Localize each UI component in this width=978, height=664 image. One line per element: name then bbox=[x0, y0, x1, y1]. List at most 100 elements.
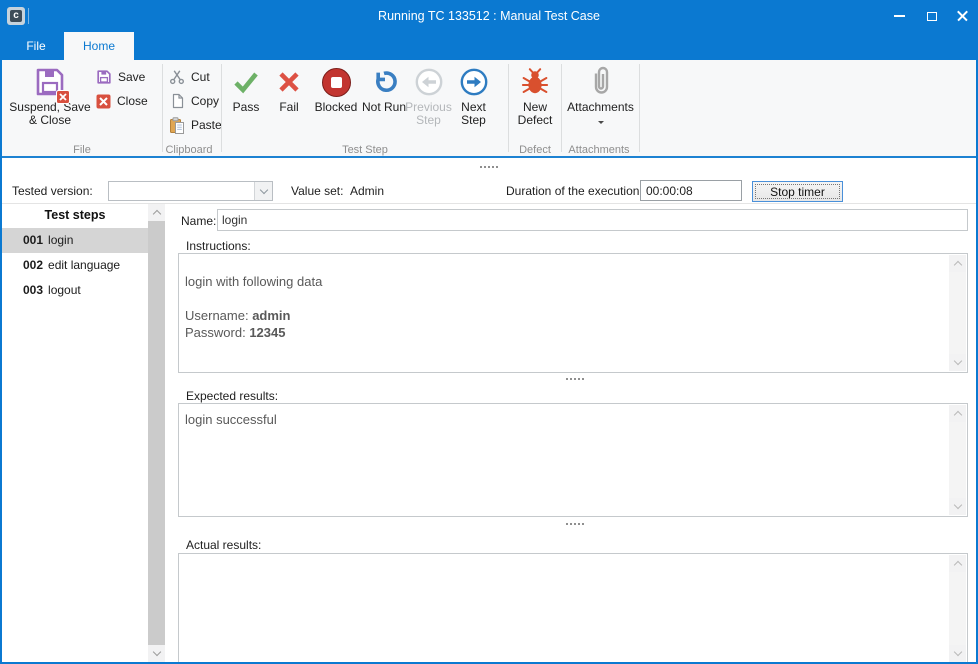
value-set-value: Admin bbox=[350, 184, 384, 198]
test-step-row[interactable]: 003logout bbox=[2, 278, 148, 303]
splitter-handle[interactable] bbox=[566, 378, 568, 380]
expected-results-textarea[interactable]: login successful bbox=[178, 403, 968, 517]
dropdown-caret-icon bbox=[598, 121, 604, 127]
scroll-down-button[interactable] bbox=[949, 498, 966, 515]
paperclip-icon bbox=[589, 63, 613, 101]
close-red-icon bbox=[96, 94, 111, 109]
not-run-button[interactable]: Not Run bbox=[361, 63, 407, 141]
group-separator bbox=[162, 64, 163, 152]
pass-icon bbox=[231, 63, 261, 101]
group-label-file: File bbox=[37, 144, 127, 156]
next-step-button[interactable]: Next Step bbox=[451, 63, 496, 141]
chevron-up-icon bbox=[953, 561, 961, 569]
close-badge-icon bbox=[56, 90, 70, 104]
value-set-label: Value set: bbox=[291, 184, 343, 198]
instructions-textarea[interactable]: login with following data Username: admi… bbox=[178, 253, 968, 373]
ribbon-bottom-line bbox=[0, 156, 978, 158]
tab-file[interactable]: File bbox=[8, 32, 64, 60]
instructions-scrollbar[interactable] bbox=[949, 255, 966, 371]
chevron-down-icon bbox=[953, 501, 961, 509]
new-defect-button[interactable]: New Defect bbox=[510, 63, 560, 141]
chevron-down-icon bbox=[953, 357, 961, 365]
group-separator bbox=[561, 64, 562, 152]
app-icon[interactable]: c bbox=[7, 7, 25, 25]
window-border-left bbox=[0, 32, 2, 664]
close-window-button[interactable] bbox=[947, 0, 978, 32]
scroll-down-button[interactable] bbox=[148, 645, 165, 662]
password-line: Password: 12345 bbox=[185, 324, 945, 341]
next-step-icon bbox=[459, 63, 489, 101]
minimize-icon bbox=[894, 15, 905, 17]
fail-button[interactable]: Fail bbox=[268, 63, 310, 141]
suspend-save-close-button[interactable]: Suspend, Save & Close bbox=[8, 63, 92, 141]
previous-step-button[interactable]: Previous Step bbox=[406, 63, 451, 141]
blocked-icon bbox=[322, 63, 351, 101]
scroll-up-button[interactable] bbox=[949, 555, 966, 572]
combo-dropdown-button[interactable] bbox=[254, 182, 272, 200]
paste-button[interactable]: Paste bbox=[169, 114, 222, 136]
chevron-up-icon bbox=[152, 210, 160, 218]
actual-scrollbar[interactable] bbox=[949, 555, 966, 662]
cut-icon bbox=[169, 69, 185, 85]
scroll-down-button[interactable] bbox=[949, 645, 966, 662]
chevron-up-icon bbox=[953, 261, 961, 269]
save-button[interactable]: Save bbox=[96, 66, 145, 88]
pass-button[interactable]: Pass bbox=[224, 63, 268, 141]
cut-button[interactable]: Cut bbox=[169, 66, 210, 88]
scrollbar-thumb[interactable] bbox=[148, 221, 165, 645]
tested-version-combobox[interactable] bbox=[108, 181, 273, 201]
blocked-button[interactable]: Blocked bbox=[311, 63, 361, 141]
not-run-icon bbox=[370, 63, 398, 101]
suspend-save-close-icon bbox=[34, 63, 66, 101]
instruction-line: login with following data bbox=[185, 273, 945, 290]
group-label-attachments: Attachments bbox=[554, 144, 644, 156]
test-steps-header: Test steps bbox=[2, 208, 148, 222]
scroll-up-button[interactable] bbox=[949, 405, 966, 422]
chevron-down-icon bbox=[152, 648, 160, 656]
expected-results-label: Expected results: bbox=[186, 389, 278, 403]
name-label: Name: bbox=[181, 214, 216, 228]
copy-button[interactable]: Copy bbox=[169, 90, 219, 112]
expected-results-text: login successful bbox=[185, 411, 945, 428]
actual-results-label: Actual results: bbox=[186, 538, 261, 552]
test-step-row[interactable]: 002edit language bbox=[2, 253, 148, 278]
maximize-button[interactable] bbox=[916, 0, 947, 32]
instructions-label: Instructions: bbox=[186, 239, 251, 253]
name-input[interactable] bbox=[217, 209, 968, 231]
save-icon bbox=[96, 69, 112, 85]
group-separator bbox=[508, 64, 509, 152]
username-line: Username: admin bbox=[185, 307, 945, 324]
close-button[interactable]: Close bbox=[96, 90, 148, 112]
chevron-down-icon bbox=[259, 185, 267, 193]
bug-icon bbox=[520, 63, 550, 101]
tab-home[interactable]: Home bbox=[64, 32, 134, 60]
duration-input[interactable] bbox=[640, 180, 742, 201]
group-separator bbox=[221, 64, 222, 152]
chevron-down-icon bbox=[953, 648, 961, 656]
minimize-button[interactable] bbox=[884, 0, 915, 32]
maximize-icon bbox=[927, 12, 937, 21]
splitter-handle[interactable] bbox=[480, 166, 482, 168]
tested-version-input[interactable] bbox=[111, 183, 251, 199]
fail-icon bbox=[275, 63, 303, 101]
scroll-up-button[interactable] bbox=[148, 204, 165, 221]
scroll-up-button[interactable] bbox=[949, 255, 966, 272]
group-separator bbox=[639, 64, 640, 152]
scroll-down-button[interactable] bbox=[949, 354, 966, 371]
previous-step-icon bbox=[414, 63, 444, 101]
chevron-up-icon bbox=[953, 411, 961, 419]
steps-scrollbar[interactable] bbox=[148, 204, 165, 662]
splitter-handle[interactable] bbox=[566, 523, 568, 525]
copy-icon bbox=[169, 93, 185, 109]
paste-icon bbox=[169, 117, 185, 134]
attachments-button[interactable]: Attachments bbox=[564, 63, 637, 141]
tested-version-label: Tested version: bbox=[12, 184, 93, 198]
group-label-test-step: Test Step bbox=[320, 144, 410, 156]
stop-timer-button[interactable]: Stop timer bbox=[752, 181, 843, 202]
test-step-row[interactable]: 001login bbox=[2, 228, 148, 253]
close-icon bbox=[956, 10, 969, 23]
expected-scrollbar[interactable] bbox=[949, 405, 966, 515]
ribbon-tab-row: File Home bbox=[0, 32, 978, 60]
ribbon: Suspend, Save & Close Save Close File Cu… bbox=[2, 60, 976, 156]
actual-results-textarea[interactable] bbox=[178, 553, 968, 664]
